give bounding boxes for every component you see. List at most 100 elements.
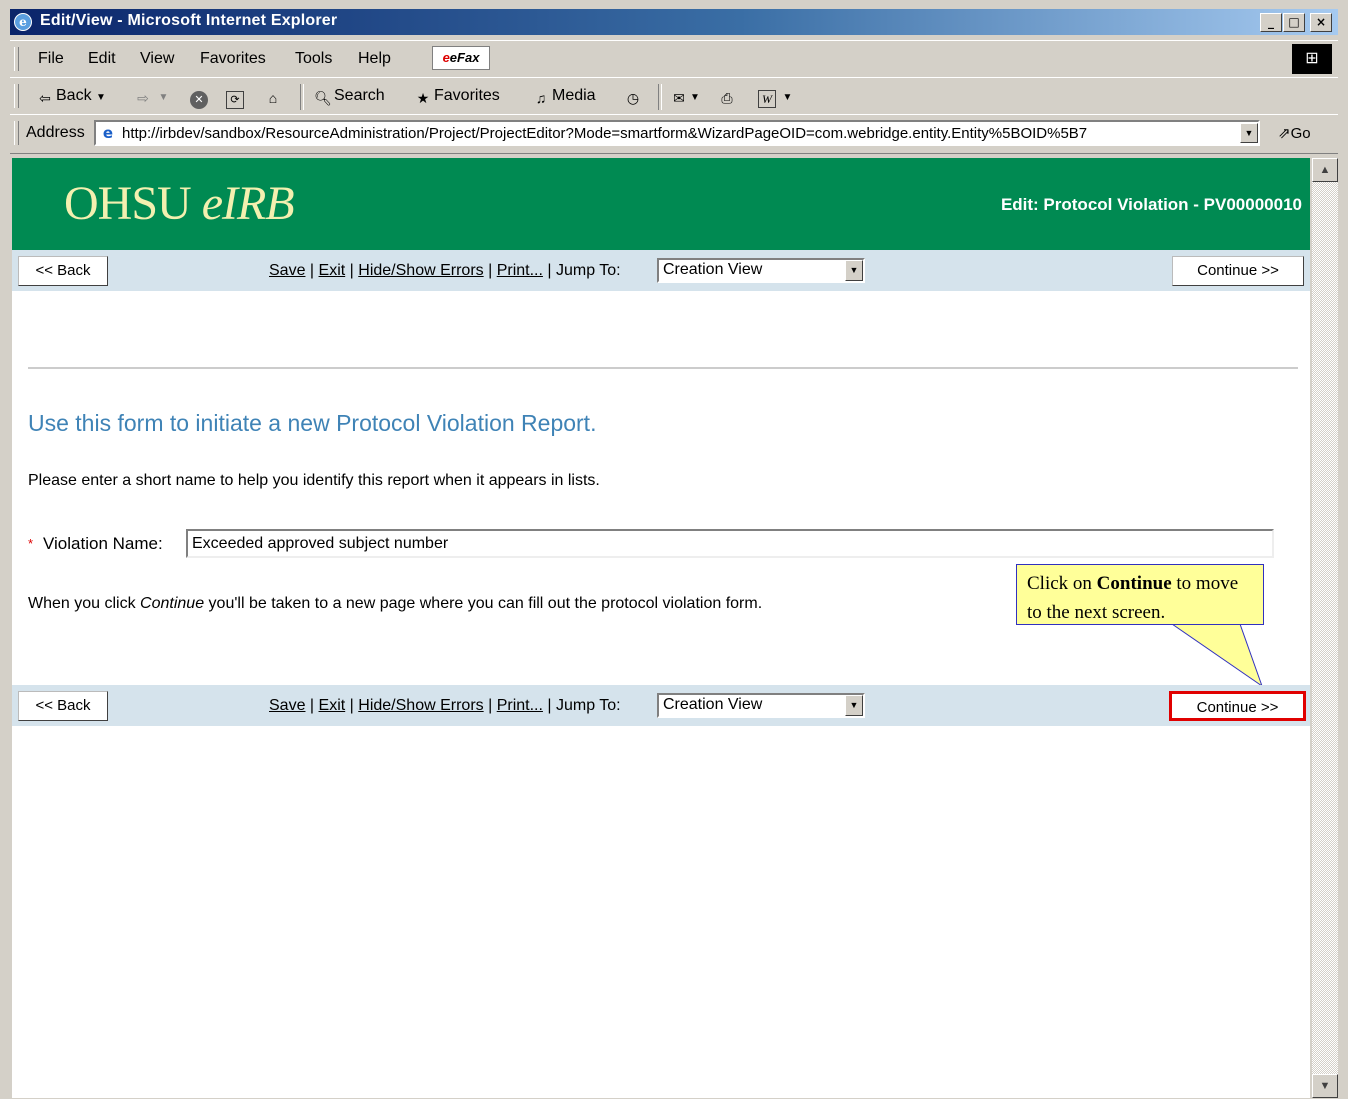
link-separator: |: [309, 697, 315, 714]
menu-file[interactable]: File: [38, 50, 64, 68]
ohsu-eirb-logo: OHSU eIRB: [64, 176, 295, 231]
menu-tools[interactable]: Tools: [295, 50, 332, 68]
forward-button[interactable]: ⇨ ▼: [134, 87, 168, 107]
ie-icon: e: [14, 13, 32, 31]
page-title: Edit: Protocol Violation - PV00000010: [1000, 195, 1302, 214]
scroll-down-icon[interactable]: ▼: [1312, 1074, 1338, 1098]
top-nav-bar: << Back Save | Exit | Hide/Show Errors |…: [12, 250, 1310, 291]
menu-grip: [14, 47, 19, 71]
exit-link[interactable]: Exit: [319, 262, 346, 279]
close-button[interactable]: ×: [1310, 13, 1332, 32]
refresh-icon: ⟳: [226, 91, 244, 109]
mail-button[interactable]: ✉ ▼: [670, 87, 700, 107]
star-icon: ★: [416, 90, 430, 106]
exit-link[interactable]: Exit: [319, 697, 346, 714]
menu-edit[interactable]: Edit: [88, 50, 116, 68]
nav-links-bottom: Save | Exit | Hide/Show Errors | Print..…: [269, 697, 621, 715]
history-icon: ◷: [626, 90, 640, 106]
link-separator: |: [309, 262, 315, 279]
form-heading: Use this form to initiate a new Protocol…: [28, 410, 597, 436]
window-title: Edit/View - Microsoft Internet Explorer: [40, 12, 338, 29]
hide-show-errors-link[interactable]: Hide/Show Errors: [358, 697, 483, 714]
save-link[interactable]: Save: [269, 262, 305, 279]
search-label: Search: [334, 87, 385, 104]
chevron-down-icon: ▼: [782, 92, 793, 103]
instruction-text: Please enter a short name to help you id…: [28, 472, 600, 489]
history-button[interactable]: ◷: [624, 87, 644, 107]
jump-to-value: Creation View: [663, 696, 763, 713]
stop-button[interactable]: ✕: [190, 87, 210, 109]
titlebar-strip[interactable]: e Edit/View - Microsoft Internet Explore…: [10, 9, 1338, 35]
ie-page-icon: e: [102, 124, 114, 142]
media-icon: ♫: [535, 90, 547, 106]
header-banner: OHSU eIRB Edit: Protocol Violation - PV0…: [12, 158, 1310, 250]
mail-icon: ✉: [673, 90, 685, 106]
save-link[interactable]: Save: [269, 697, 305, 714]
address-input[interactable]: e http://irbdev/sandbox/ResourceAdminist…: [94, 120, 1260, 146]
menu-favorites[interactable]: Favorites: [200, 50, 266, 68]
back-button-bottom[interactable]: << Back: [18, 691, 108, 721]
printer-icon: ⎙: [721, 90, 733, 106]
logo-main: OHSU: [64, 177, 192, 230]
chevron-down-icon[interactable]: ▼: [845, 260, 863, 281]
refresh-button[interactable]: ⟳: [226, 87, 246, 109]
address-label: Address: [26, 124, 85, 141]
nav-links-top: Save | Exit | Hide/Show Errors | Print..…: [269, 262, 621, 280]
jump-to-select-bottom[interactable]: Creation View ▼: [657, 693, 865, 718]
go-label: Go: [1290, 125, 1311, 142]
print-link[interactable]: Print...: [497, 262, 543, 279]
menu-help[interactable]: Help: [358, 50, 391, 68]
jump-to-label: Jump To:: [556, 697, 621, 714]
efax-label: eFax: [449, 50, 480, 65]
go-button[interactable]: ⇗Go: [1278, 124, 1311, 142]
menu-bar: File Edit View Favorites Tools Help eeFa…: [10, 40, 1338, 78]
vertical-scrollbar[interactable]: ▲ ▼: [1312, 158, 1338, 1098]
chevron-down-icon: ▼: [158, 92, 169, 103]
chevron-down-icon[interactable]: ▼: [845, 695, 863, 716]
scroll-up-icon[interactable]: ▲: [1312, 158, 1338, 182]
search-icon: 🔍︎: [314, 90, 332, 106]
minimize-button[interactable]: _: [1260, 13, 1282, 32]
link-separator: |: [488, 262, 493, 279]
chevron-down-icon: ▼: [96, 92, 106, 103]
hide-show-errors-link[interactable]: Hide/Show Errors: [358, 262, 483, 279]
back-button-top[interactable]: << Back: [18, 256, 108, 286]
back-button[interactable]: ⇦ Back ▼: [36, 87, 106, 107]
menu-view[interactable]: View: [140, 50, 174, 68]
continue-text-post: you'll be taken to a new page where you …: [204, 595, 763, 612]
stop-icon: ✕: [190, 91, 208, 109]
back-label: Back: [56, 87, 92, 104]
home-icon: ⌂: [268, 90, 278, 106]
home-button[interactable]: ⌂: [264, 87, 284, 107]
continue-button-top[interactable]: Continue >>: [1172, 256, 1304, 286]
required-marker: *: [28, 536, 34, 551]
favorites-button[interactable]: ★ Favorites: [414, 87, 500, 107]
go-arrow-icon: ⇗: [1278, 125, 1291, 142]
media-button[interactable]: ♫ Media: [532, 87, 596, 107]
violation-name-label: Violation Name:: [43, 534, 163, 553]
divider: [28, 367, 1298, 369]
address-bar: Address e http://irbdev/sandbox/Resource…: [10, 114, 1338, 154]
jump-to-select-top[interactable]: Creation View ▼: [657, 258, 865, 283]
edit-word-button[interactable]: W ▼: [758, 87, 792, 108]
efax-logo-icon: e: [442, 50, 450, 65]
address-grip: [14, 121, 19, 145]
forward-arrow-icon: ⇨: [137, 90, 149, 106]
standard-toolbar: ⇦ Back ▼ ⇨ ▼ ✕ ⟳ ⌂ 🔍︎ Search ★ Favorites ♫ M…: [10, 77, 1338, 115]
continue-text-pre: When you click: [28, 595, 141, 612]
address-url[interactable]: http://irbdev/sandbox/ResourceAdministra…: [122, 125, 1232, 142]
address-dropdown-icon[interactable]: ▼: [1240, 123, 1258, 143]
continue-button-bottom[interactable]: Continue >>: [1169, 691, 1306, 721]
toolbar-grip: [14, 84, 19, 108]
chevron-down-icon: ▼: [690, 92, 700, 103]
logo-italic: eIRB: [201, 177, 295, 230]
search-button[interactable]: 🔍︎ Search: [314, 87, 385, 107]
print-toolbar-button[interactable]: ⎙: [718, 87, 738, 107]
print-link[interactable]: Print...: [497, 697, 543, 714]
continue-explanation: When you click Continue you'll be taken …: [28, 595, 762, 613]
violation-name-input[interactable]: [186, 529, 1274, 558]
efax-button[interactable]: eeFax: [432, 46, 490, 70]
link-separator: |: [349, 697, 354, 714]
maximize-button[interactable]: □: [1283, 13, 1305, 32]
link-separator: |: [488, 697, 493, 714]
